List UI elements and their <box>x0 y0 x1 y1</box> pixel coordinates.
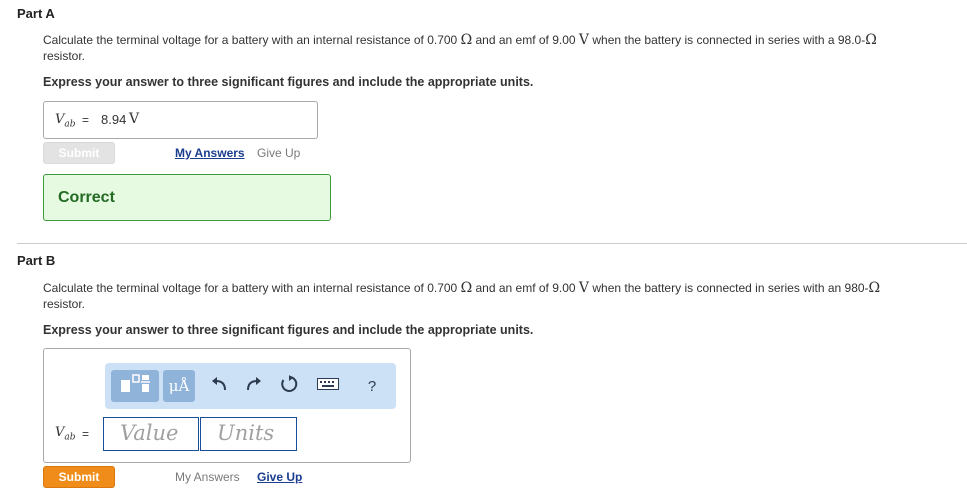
undo-button[interactable] <box>209 376 229 396</box>
units-input[interactable]: Units <box>200 417 297 451</box>
value-input[interactable]: Value <box>103 417 199 451</box>
section-divider <box>17 243 967 244</box>
part-b-my-answers-link: My Answers <box>175 470 240 484</box>
variable-label: Vab <box>55 112 76 130</box>
part-b-answer-box: μÅ ? Vab = Value Units <box>43 348 411 463</box>
part-a-answer-box: Vab = 8.94 V <box>43 101 318 139</box>
templates-button[interactable] <box>111 370 159 402</box>
help-button[interactable]: ? <box>361 375 383 397</box>
question-text: Calculate the terminal voltage for a bat… <box>43 33 461 47</box>
question-text: and an emf of 9.00 <box>472 281 579 295</box>
variable-subscript: ab <box>64 432 76 443</box>
part-a-title: Part A <box>17 6 55 21</box>
variable-symbol: V <box>55 112 65 127</box>
ohm-symbol: Ω <box>460 32 473 48</box>
reset-icon <box>280 374 298 398</box>
reset-button[interactable] <box>278 374 300 398</box>
help-icon: ? <box>367 377 377 395</box>
ohm-symbol: Ω <box>868 280 881 296</box>
equals-sign: = <box>82 427 90 441</box>
correct-message: Correct <box>58 189 115 206</box>
math-toolbar: μÅ ? <box>105 363 396 409</box>
part-a-feedback-box: Correct <box>43 174 331 221</box>
equals-sign: = <box>82 113 90 127</box>
part-b-give-up-link[interactable]: Give Up <box>257 470 302 484</box>
keyboard-button[interactable] <box>315 377 341 395</box>
redo-icon <box>246 376 262 396</box>
part-a-question: Calculate the terminal voltage for a bat… <box>43 32 963 64</box>
part-a-instruction: Express your answer to three significant… <box>43 75 534 89</box>
part-b-question: Calculate the terminal voltage for a bat… <box>43 280 963 312</box>
question-text: resistor. <box>43 297 86 311</box>
question-text: when the battery is connected in series … <box>589 33 866 47</box>
templates-icon <box>119 373 151 400</box>
part-b-title: Part B <box>17 253 56 268</box>
question-text: Calculate the terminal voltage for a bat… <box>43 281 461 295</box>
variable-symbol: V <box>55 425 65 440</box>
units-icon: μÅ <box>168 377 190 395</box>
question-text: when the battery is connected in series … <box>589 281 869 295</box>
undo-icon <box>211 376 227 396</box>
volt-symbol: V <box>578 32 590 48</box>
answer-unit: V <box>129 111 140 127</box>
ohm-symbol: Ω <box>460 280 473 296</box>
redo-button[interactable] <box>244 376 264 396</box>
variable-subscript: ab <box>64 119 76 130</box>
units-button[interactable]: μÅ <box>163 370 195 402</box>
part-b-submit-button[interactable]: Submit <box>43 466 115 488</box>
answer-value: 8.94 <box>101 112 127 127</box>
variable-label: Vab <box>55 425 76 443</box>
question-text: and an emf of 9.00 <box>472 33 579 47</box>
part-a-my-answers-link[interactable]: My Answers <box>175 146 245 160</box>
part-a-submit-button[interactable]: Submit <box>43 142 115 164</box>
volt-symbol: V <box>578 280 590 296</box>
part-b-instruction: Express your answer to three significant… <box>43 323 534 337</box>
part-a-give-up-link: Give Up <box>257 146 301 160</box>
question-text: resistor. <box>43 49 86 63</box>
ohm-symbol: Ω <box>865 32 877 48</box>
keyboard-icon <box>317 377 339 395</box>
